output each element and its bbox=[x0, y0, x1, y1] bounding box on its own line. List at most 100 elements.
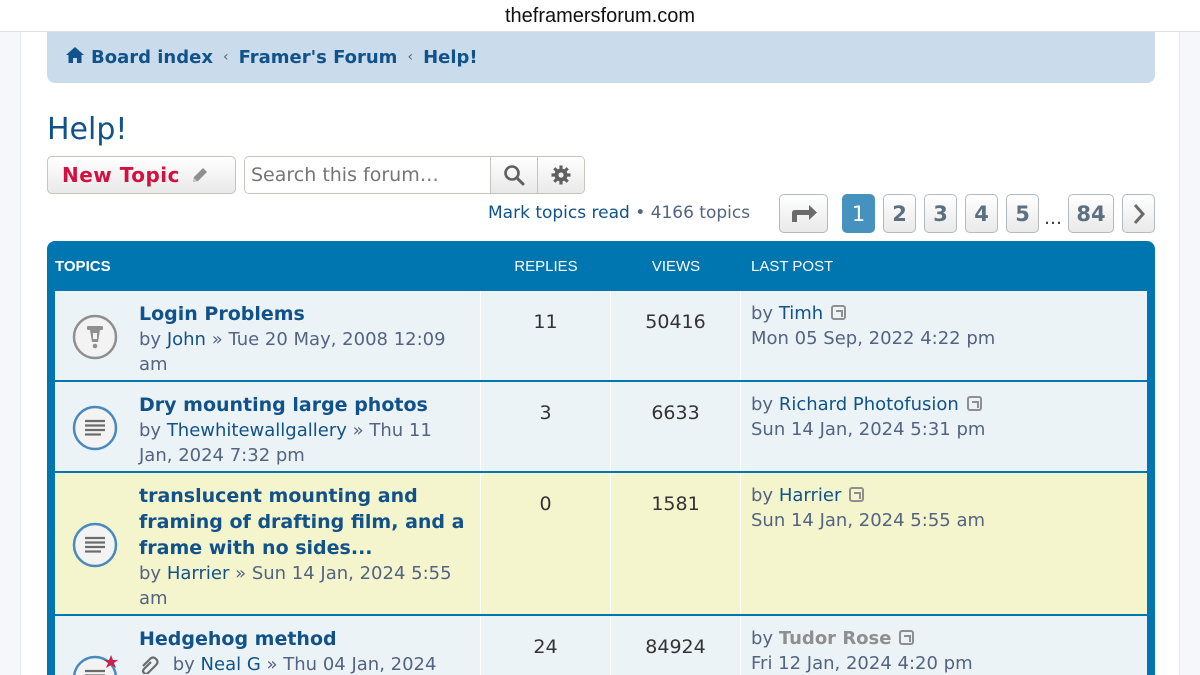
gear-icon bbox=[551, 165, 571, 185]
table-row: translucent mounting and framing of draf… bbox=[55, 473, 1147, 616]
topic-title-line: translucent mounting and bbox=[139, 485, 418, 507]
table-row: Login Problems by John » Tue 20 May, 200… bbox=[55, 291, 1147, 382]
last-post-author-link[interactable]: Harrier bbox=[779, 485, 842, 506]
last-post-date: Mon 05 Sep, 2022 4:22 pm bbox=[751, 328, 996, 349]
separator: » bbox=[235, 563, 247, 584]
topic-meta: by Neal G » Thu 04 Jan, 2024 bbox=[139, 652, 470, 675]
topic-date: Sun 14 Jan, 2024 5:55 bbox=[251, 563, 452, 584]
last-post-author-link[interactable]: Timh bbox=[779, 303, 823, 324]
hot-topic-icon bbox=[72, 655, 118, 675]
page-button-5[interactable]: 5 bbox=[1006, 194, 1039, 233]
last-post-date: Fri 12 Jan, 2024 4:20 pm bbox=[751, 653, 973, 674]
header-last-post: LAST POST bbox=[751, 257, 834, 275]
go-to-last-post-icon[interactable] bbox=[966, 395, 982, 411]
topic-count: 4166 topics bbox=[650, 203, 751, 223]
topic-author-link[interactable]: Thewhitewallgallery bbox=[167, 420, 347, 441]
replies-count: 11 bbox=[481, 291, 611, 380]
topic-date: Thu 11 bbox=[369, 420, 432, 441]
summary-bullet: • bbox=[635, 203, 646, 223]
page-title[interactable]: Help! bbox=[47, 112, 127, 147]
table-header: TOPICS REPLIES VIEWS LAST POST bbox=[55, 241, 1147, 291]
by-label: by bbox=[139, 329, 162, 350]
last-post-date: Sun 14 Jan, 2024 5:55 am bbox=[751, 510, 986, 531]
last-post-cell: by Richard Photofusion Sun 14 Jan, 2024 … bbox=[741, 382, 1147, 471]
topic-date-continued: am bbox=[139, 354, 168, 375]
last-post-author-link[interactable]: Richard Photofusion bbox=[779, 394, 959, 415]
topic-date: Thu 04 Jan, 2024 bbox=[283, 654, 437, 675]
topic-title-link[interactable]: Login Problems bbox=[139, 301, 470, 327]
by-label: by bbox=[751, 485, 774, 506]
mark-topics-read-link[interactable]: Mark topics read bbox=[488, 203, 630, 223]
chevron-left-icon: ‹ bbox=[222, 49, 229, 65]
topic-read-icon bbox=[72, 405, 118, 451]
topic-title-link[interactable]: translucent mounting and framing of draf… bbox=[139, 483, 470, 561]
breadcrumb-framers-forum[interactable]: Framer's Forum bbox=[239, 47, 398, 68]
topic-author-link[interactable]: Harrier bbox=[167, 563, 230, 584]
last-post-author-link[interactable]: Tudor Rose bbox=[779, 628, 892, 649]
topics-table: TOPICS REPLIES VIEWS LAST POST Login Pro… bbox=[47, 241, 1155, 675]
separator: » bbox=[211, 329, 223, 350]
topic-author-link[interactable]: Neal G bbox=[201, 654, 261, 675]
topic-meta: by John » Tue 20 May, 2008 12:09 am bbox=[139, 327, 470, 377]
replies-count: 3 bbox=[481, 382, 611, 471]
next-page-button[interactable] bbox=[1122, 194, 1155, 233]
announcement-icon bbox=[72, 314, 118, 360]
topic-cell: Hedgehog method by Neal G » Thu 04 Jan, … bbox=[55, 616, 481, 675]
paperclip-icon bbox=[141, 656, 159, 675]
separator: » bbox=[352, 420, 364, 441]
new-topic-button[interactable]: New Topic bbox=[47, 156, 236, 194]
jump-to-page-button[interactable] bbox=[779, 194, 828, 233]
topic-cell: Dry mounting large photos by Thewhitewal… bbox=[55, 382, 481, 471]
replies-count: 0 bbox=[481, 473, 611, 614]
last-post-cell: by Tudor Rose Fri 12 Jan, 2024 4:20 pm bbox=[741, 616, 1147, 675]
jump-arrow-icon bbox=[791, 204, 817, 222]
by-label: by bbox=[139, 420, 162, 441]
topic-title-link[interactable]: Hedgehog method bbox=[139, 626, 470, 652]
forum-page: Board index ‹ Framer's Forum ‹ Help! Help! N… bbox=[20, 32, 1180, 675]
topic-title-line: frame with no sides... bbox=[139, 537, 373, 559]
pencil-icon bbox=[193, 168, 207, 182]
browser-url-bar[interactable]: theframersforum.com bbox=[0, 0, 1200, 32]
search-input[interactable] bbox=[245, 157, 490, 193]
topic-title-link[interactable]: Dry mounting large photos bbox=[139, 392, 470, 418]
breadcrumb: Board index ‹ Framer's Forum ‹ Help! bbox=[47, 32, 1155, 83]
page-button-last[interactable]: 84 bbox=[1068, 194, 1114, 233]
page-button-1[interactable]: 1 bbox=[842, 194, 875, 233]
topic-meta: by Thewhitewallgallery » Thu 11 Jan, 202… bbox=[139, 418, 470, 468]
topic-meta: by Harrier » Sun 14 Jan, 2024 5:55 am bbox=[139, 561, 470, 611]
breadcrumb-help[interactable]: Help! bbox=[423, 47, 478, 68]
views-count: 1581 bbox=[611, 473, 741, 614]
views-count: 84924 bbox=[611, 616, 741, 675]
replies-count: 24 bbox=[481, 616, 611, 675]
table-row: Dry mounting large photos by Thewhitewal… bbox=[55, 382, 1147, 473]
last-post-date: Sun 14 Jan, 2024 5:31 pm bbox=[751, 419, 986, 440]
header-topics: TOPICS bbox=[55, 257, 111, 275]
topic-cell: translucent mounting and framing of draf… bbox=[55, 473, 481, 614]
views-count: 6633 bbox=[611, 382, 741, 471]
topic-date-continued: Jan, 2024 7:32 pm bbox=[139, 445, 305, 466]
topic-date-continued: am bbox=[139, 588, 168, 609]
pagination-ellipsis: … bbox=[1044, 208, 1062, 229]
topic-cell: Login Problems by John » Tue 20 May, 200… bbox=[55, 291, 481, 380]
chevron-right-icon bbox=[1133, 203, 1145, 224]
separator: » bbox=[266, 654, 278, 675]
go-to-last-post-icon[interactable] bbox=[849, 486, 865, 502]
advanced-search-button[interactable] bbox=[537, 157, 584, 193]
new-topic-label: New Topic bbox=[62, 163, 180, 187]
page-button-4[interactable]: 4 bbox=[965, 194, 998, 233]
page-button-2[interactable]: 2 bbox=[883, 194, 916, 233]
go-to-last-post-icon[interactable] bbox=[899, 629, 915, 645]
topic-title-line: framing of drafting film, and a bbox=[139, 511, 465, 533]
header-views: VIEWS bbox=[651, 257, 701, 275]
page-button-3[interactable]: 3 bbox=[924, 194, 957, 233]
topic-read-icon bbox=[72, 522, 118, 568]
breadcrumb-board-index[interactable]: Board index bbox=[91, 47, 213, 68]
last-post-cell: by Timh Mon 05 Sep, 2022 4:22 pm bbox=[741, 291, 1147, 380]
go-to-last-post-icon[interactable] bbox=[831, 304, 847, 320]
topic-author-link[interactable]: John bbox=[167, 329, 206, 350]
search-button[interactable] bbox=[490, 157, 537, 193]
table-row: Hedgehog method by Neal G » Thu 04 Jan, … bbox=[55, 616, 1147, 675]
by-label: by bbox=[751, 303, 774, 324]
views-count: 50416 bbox=[611, 291, 741, 380]
header-replies: REPLIES bbox=[514, 257, 578, 275]
